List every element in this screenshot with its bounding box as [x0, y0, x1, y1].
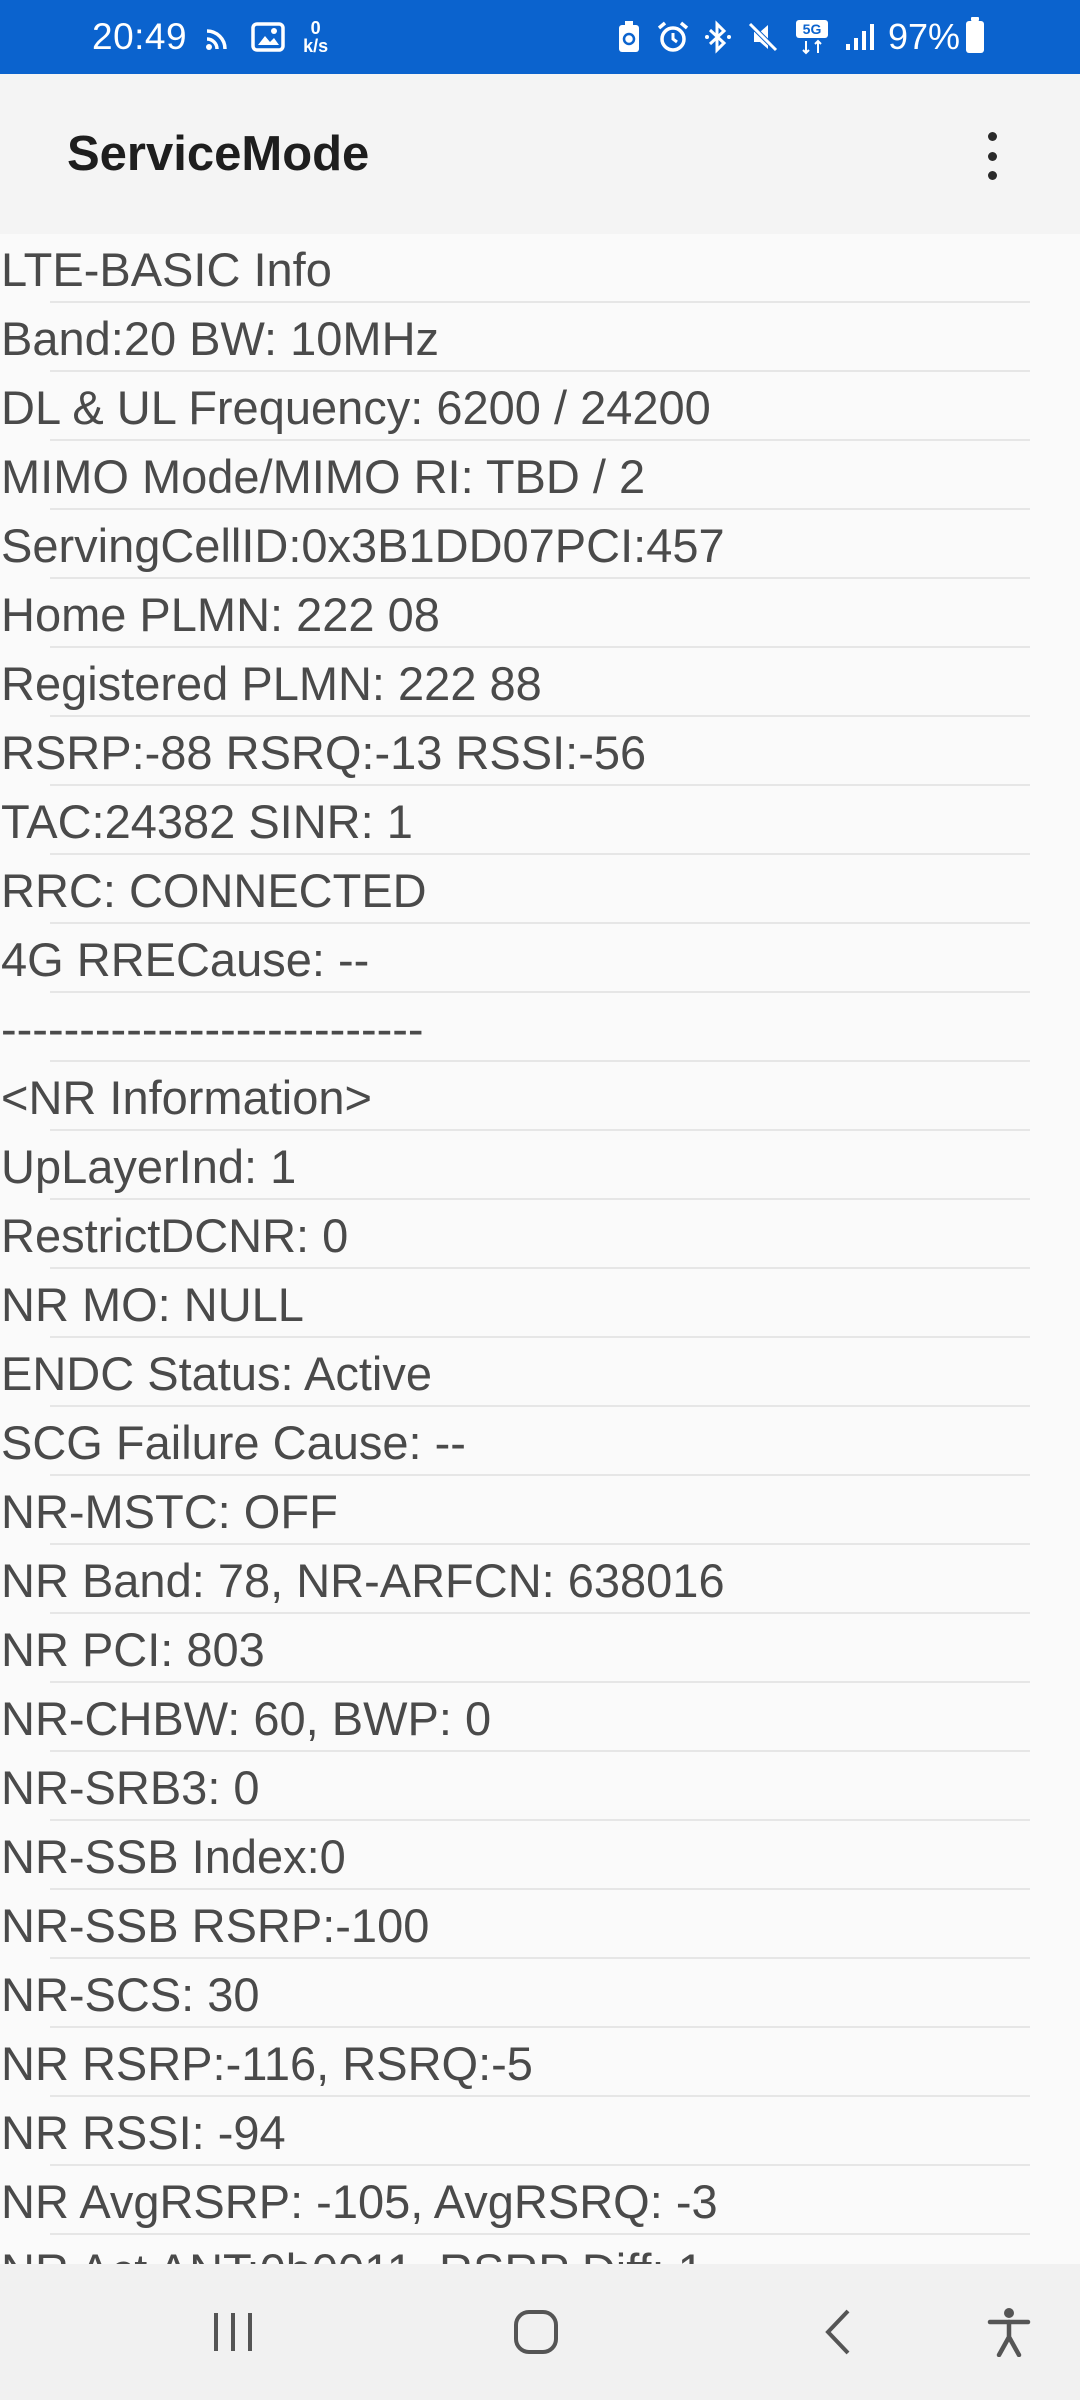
list-item-text: NR RSRP:-116, RSRQ:-5 [1, 2037, 533, 2090]
5g-data-icon: 5G [794, 19, 830, 55]
list-item-text: DL & UL Frequency: 6200 / 24200 [1, 381, 711, 434]
list-item-text: LTE-BASIC Info [1, 243, 332, 296]
list-item-text: NR Act ANT:0b0011, RSRP Diff: 1 [1, 2243, 704, 2264]
list-item: TAC:24382 SINR: 1 [0, 786, 1080, 855]
list-item: NR-SSB Index:0 [0, 1821, 1080, 1890]
more-dot [987, 151, 997, 161]
accessibility-icon[interactable] [949, 2264, 1069, 2400]
list-item-text: NR Band: 78, NR-ARFCN: 638016 [1, 1554, 725, 1607]
list-item-text: ENDC Status: Active [1, 1347, 432, 1400]
list-item-text: NR AvgRSRP: -105, AvgRSRQ: -3 [1, 2175, 718, 2228]
image-icon [251, 21, 285, 53]
list-item: NR RSRP:-116, RSRQ:-5 [0, 2028, 1080, 2097]
list-item-text: MIMO Mode/MIMO RI: TBD / 2 [1, 450, 646, 503]
list-item: NR Act ANT:0b0011, RSRP Diff: 1 [0, 2235, 1080, 2264]
list-item: 4G RRECause: -- [0, 924, 1080, 993]
list-item-text: NR-SCS: 30 [1, 1968, 260, 2021]
list-item: NR MO: NULL [0, 1269, 1080, 1338]
list-item-text: NR-SSB Index:0 [1, 1830, 346, 1883]
list-item: Home PLMN: 222 08 [0, 579, 1080, 648]
list-item: Band:20 BW: 10MHz [0, 303, 1080, 372]
list-item: UpLayerInd: 1 [0, 1131, 1080, 1200]
list-item: ServingCellID:0x3B1DD07PCI:457 [0, 510, 1080, 579]
battery-saver-icon [616, 20, 642, 54]
list-item: NR-SCS: 30 [0, 1959, 1080, 2028]
list-item: NR-SRB3: 0 [0, 1752, 1080, 1821]
battery-percent: 97% [887, 16, 960, 57]
mute-icon [746, 20, 780, 54]
back-icon[interactable] [779, 2264, 899, 2400]
list-item: RRC: CONNECTED [0, 855, 1080, 924]
list-item-text: NR-SRB3: 0 [1, 1761, 260, 1814]
list-item: MIMO Mode/MIMO RI: TBD / 2 [0, 441, 1080, 510]
list-item: RestrictDCNR: 0 [0, 1200, 1080, 1269]
app-bar: ServiceMode [0, 74, 1080, 234]
bluetooth-icon [704, 20, 732, 54]
net-speed-unit: k/s [303, 36, 329, 56]
list-item-text: TAC:24382 SINR: 1 [1, 795, 413, 848]
status-bar-left: 20:49 0 k/s [92, 0, 328, 74]
list-item-text: Registered PLMN: 222 88 [1, 657, 542, 710]
list-item: NR AvgRSRP: -105, AvgRSRQ: -3 [0, 2166, 1080, 2235]
list-item-text: UpLayerInd: 1 [1, 1140, 297, 1193]
list-item: RSRP:-88 RSRQ:-13 RSSI:-56 [0, 717, 1080, 786]
net-speed: 0 k/s [303, 19, 328, 55]
list-item-text: NR-MSTC: OFF [1, 1485, 338, 1538]
home-icon[interactable] [476, 2264, 596, 2400]
list-item-text: SCG Failure Cause: -- [1, 1416, 466, 1469]
signal-icon [844, 22, 874, 52]
status-bar-right: 5G 97% [602, 0, 984, 74]
list-item-text: NR-SSB RSRP:-100 [1, 1899, 430, 1952]
list-item: NR RSSI: -94 [0, 2097, 1080, 2166]
alarm-icon [656, 20, 690, 54]
app-title: ServiceMode [67, 127, 370, 181]
list-item-text: 4G RRECause: -- [1, 933, 370, 986]
list-item: SCG Failure Cause: -- [0, 1407, 1080, 1476]
list-item-text: NR-CHBW: 60, BWP: 0 [1, 1692, 492, 1745]
list-item-text: Band:20 BW: 10MHz [1, 312, 440, 365]
list-item: NR-SSB RSRP:-100 [0, 1890, 1080, 1959]
list-item-text: RestrictDCNR: 0 [1, 1209, 349, 1262]
list-item: NR PCI: 803 [0, 1614, 1080, 1683]
list-item: --------------------------- [0, 993, 1080, 1062]
list-item: NR-CHBW: 60, BWP: 0 [0, 1683, 1080, 1752]
list-item-text: RSRP:-88 RSRQ:-13 RSSI:-56 [1, 726, 647, 779]
list-item-text: NR MO: NULL [1, 1278, 304, 1331]
more-vert-icon[interactable] [968, 126, 1016, 186]
status-time: 20:49 [92, 16, 188, 57]
net-speed-value: 0 [310, 18, 321, 38]
list-item-text: NR PCI: 803 [1, 1623, 265, 1676]
list-item-text: Home PLMN: 222 08 [1, 588, 440, 641]
battery-icon [966, 17, 984, 53]
service-info-list[interactable]: LTE-BASIC Info Band:20 BW: 10MHz DL & UL F… [0, 234, 1080, 2264]
list-item-text: RRC: CONNECTED [1, 864, 427, 917]
recents-icon[interactable] [173, 2264, 293, 2400]
more-dot [987, 171, 997, 180]
cast-icon [203, 21, 235, 53]
navigation-bar [0, 2264, 1080, 2400]
list-item-text: --------------------------- [1, 1002, 424, 1055]
list-item: Registered PLMN: 222 88 [0, 648, 1080, 717]
list-item: NR-MSTC: OFF [0, 1476, 1080, 1545]
list-item-text: ServingCellID:0x3B1DD07PCI:457 [1, 519, 725, 572]
status-bar: 20:49 0 k/s 5G 97% [0, 0, 1080, 74]
list-item-text: <NR Information> [1, 1071, 372, 1124]
list-item-text: NR RSSI: -94 [1, 2106, 286, 2159]
list-item: LTE-BASIC Info [0, 234, 1080, 303]
list-item: NR Band: 78, NR-ARFCN: 638016 [0, 1545, 1080, 1614]
list-item: DL & UL Frequency: 6200 / 24200 [0, 372, 1080, 441]
list-item: <NR Information> [0, 1062, 1080, 1131]
network-type-label: 5G [803, 21, 822, 37]
list-item: ENDC Status: Active [0, 1338, 1080, 1407]
more-dot [987, 132, 997, 141]
